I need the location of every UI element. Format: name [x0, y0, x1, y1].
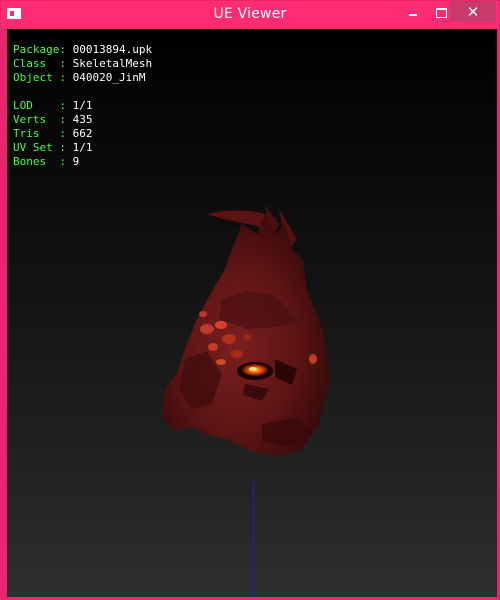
minimize-button[interactable]	[399, 1, 427, 22]
skeletal-mesh-model[interactable]	[7, 29, 497, 597]
close-button[interactable]: ✕	[450, 1, 496, 22]
maximize-icon	[436, 8, 447, 18]
minimize-icon	[409, 14, 417, 16]
title-bar[interactable]: UE Viewer ✕	[1, 1, 499, 28]
3d-viewport[interactable]: Package: 00013894.upk Class : SkeletalMe…	[7, 29, 497, 597]
axis-line	[253, 481, 254, 597]
close-icon: ✕	[466, 3, 480, 21]
app-window: UE Viewer ✕ Package: 00013894.upk Class …	[0, 0, 500, 600]
